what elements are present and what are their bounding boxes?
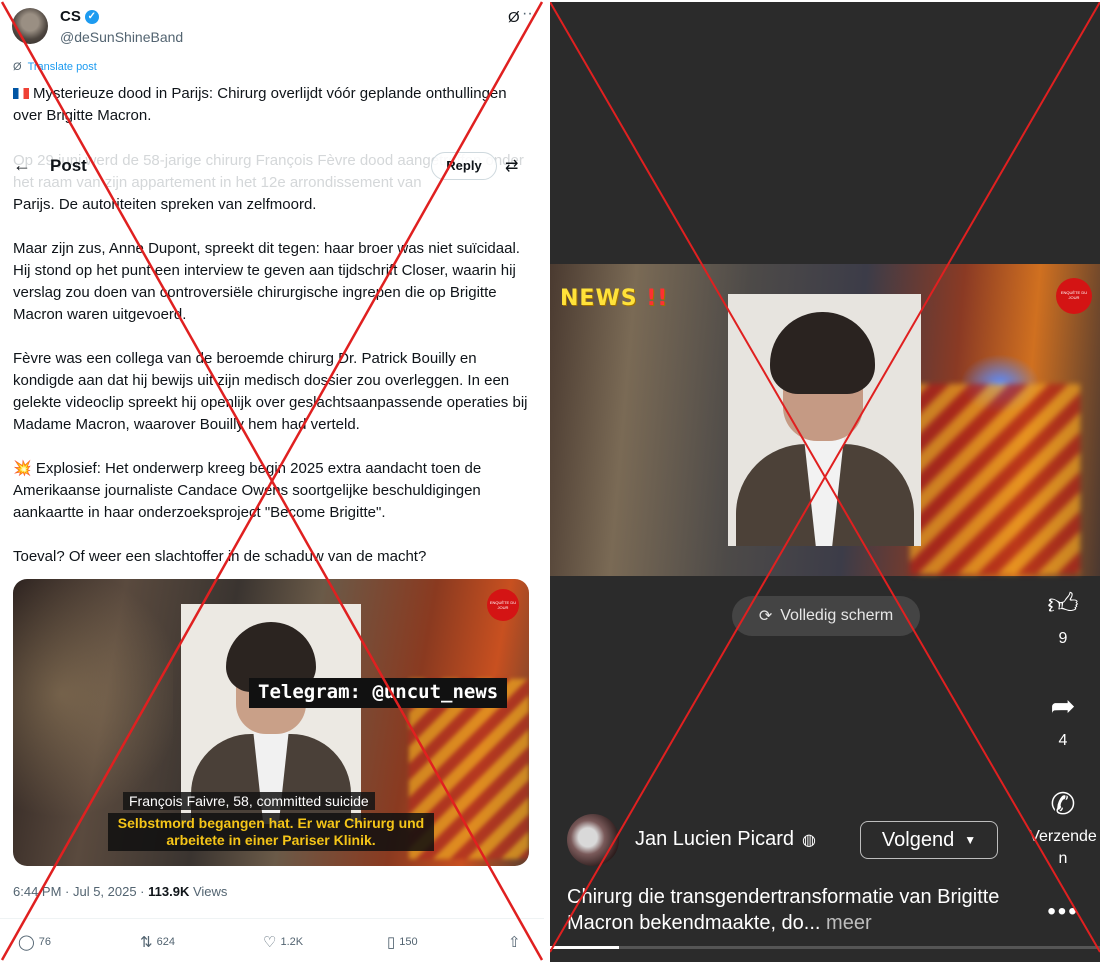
tweet-paragraph-6: Toeval? Of weer een slachtoffer in de sc…: [13, 548, 427, 565]
bookmark-action[interactable]: ▯ 150: [387, 933, 418, 951]
see-more-link[interactable]: meer: [820, 912, 872, 934]
france-flag-icon: [13, 88, 29, 99]
like-action[interactable]: ♡ 1.2K: [263, 933, 303, 951]
heart-icon: ♡: [263, 934, 277, 951]
video-caption-german: Selbstmord begangen hat. Er war Chirurg …: [108, 813, 434, 851]
send-column[interactable]: ✆ Verzenden: [1028, 788, 1098, 870]
explosion-emoji: 💥: [13, 460, 32, 477]
reply-action[interactable]: ◯ 76: [18, 933, 51, 951]
like-column[interactable]: 👍︎ 9: [1028, 588, 1098, 648]
page-name[interactable]: Jan Lucien Picard: [635, 828, 794, 851]
tweet-action-bar: ◯ 76 ⇅ 624 ♡ 1.2K ▯ 150 ⇧: [0, 918, 544, 962]
video-caption-english: François Faivre, 58, committed suicide: [123, 792, 375, 810]
caret-down-icon: ▼: [964, 833, 977, 847]
bookmark-icon: ▯: [387, 934, 396, 951]
tweet-paragraph-4: Fèvre was een collega van de beroemde ch…: [13, 350, 528, 433]
tweet-paragraph-2: Parijs. De autoriteiten spreken van zelf…: [13, 196, 317, 213]
share-arrow-icon: ➦: [1050, 690, 1076, 723]
translate-icon: Ø: [13, 61, 22, 73]
filter-icon[interactable]: ⇄: [505, 156, 518, 176]
globe-icon: ◍: [801, 831, 816, 849]
enquete-badge: ENQUÊTE DU JOUR: [487, 589, 519, 621]
tweet-timestamp[interactable]: 6:44 PM · Jul 5, 2025 ·: [13, 884, 148, 899]
reply-icon: ◯: [18, 934, 35, 951]
video-progress-fill: [550, 946, 619, 949]
page-avatar[interactable]: [567, 814, 619, 866]
thumbs-up-icon: 👍︎: [1047, 588, 1079, 621]
back-arrow-icon[interactable]: ←: [13, 155, 31, 176]
verified-badge-icon: ✓: [84, 9, 99, 24]
author-name-row[interactable]: CS ✓: [60, 8, 99, 25]
share-column[interactable]: ➦ 4: [1028, 690, 1098, 750]
post-header-title: Post: [50, 156, 87, 175]
news-overlay: NEWS !!: [560, 286, 669, 311]
video-description: Chirurg die transgendertransformatie van…: [567, 886, 1000, 934]
more-icon[interactable]: ···: [522, 5, 538, 23]
send-label: Verzenden: [1029, 828, 1097, 867]
tweet-video-media[interactable]: ENQUÊTE DU JOUR Telegram: @uncut_news Fr…: [13, 579, 529, 866]
shares-count: 4: [1058, 732, 1068, 749]
whatsapp-icon: ✆: [1050, 788, 1076, 821]
video-progress-bar[interactable]: [550, 946, 1100, 949]
more-options-icon[interactable]: •••: [1028, 898, 1098, 926]
surgeon-portrait: [181, 604, 361, 824]
post-header-bar: ← Post Reply ⇄: [0, 150, 544, 184]
enquete-badge-video: ENQUÊTE DU JOUR: [1056, 278, 1092, 314]
tweet-paragraph-3: Maar zijn zus, Anne Dupont, spreekt dit …: [13, 240, 520, 323]
follow-button[interactable]: Volgend ▼: [860, 821, 998, 859]
fullscreen-button[interactable]: ⟳ Volledig scherm: [732, 596, 920, 636]
translate-label: Translate post: [27, 61, 97, 73]
share-icon: ⇧: [508, 934, 521, 951]
tweet-paragraph-5: 💥 Explosief: Het onderwerp kreeg begin 2…: [13, 460, 482, 521]
author-handle[interactable]: @deSunShineBand: [60, 29, 183, 45]
author-name[interactable]: CS: [60, 8, 81, 25]
surgeon-portrait-video: [728, 294, 921, 546]
telegram-watermark: Telegram: @uncut_news: [249, 678, 508, 708]
fullscreen-icon: ⟳: [758, 608, 773, 625]
repost-action[interactable]: ⇅ 624: [140, 933, 175, 951]
reply-button[interactable]: Reply: [431, 152, 497, 180]
tweet-meta: 6:44 PM · Jul 5, 2025 · 113.9K Views: [13, 884, 228, 899]
views-count: 113.9K: [148, 884, 190, 899]
video-frame[interactable]: NEWS !! ENQUÊTE DU JOUR: [550, 264, 1100, 576]
facebook-video-panel: NEWS !! ENQUÊTE DU JOUR ⟳ Volledig scher…: [550, 2, 1100, 962]
grok-icon[interactable]: Ø: [508, 9, 520, 26]
tweet-paragraph-1: Mysterieuze dood in Parijs: Chirurg over…: [13, 85, 507, 124]
likes-count: 9: [1058, 630, 1068, 647]
author-avatar[interactable]: [12, 8, 48, 44]
share-action[interactable]: ⇧: [508, 933, 521, 951]
x-post-panel: CS ✓ @deSunShineBand Ø ··· Ø Translate p…: [0, 0, 544, 962]
repost-icon: ⇅: [140, 934, 153, 951]
translate-post-link[interactable]: Ø Translate post: [13, 61, 97, 73]
page-name-row[interactable]: Jan Lucien Picard ◍: [635, 828, 816, 851]
